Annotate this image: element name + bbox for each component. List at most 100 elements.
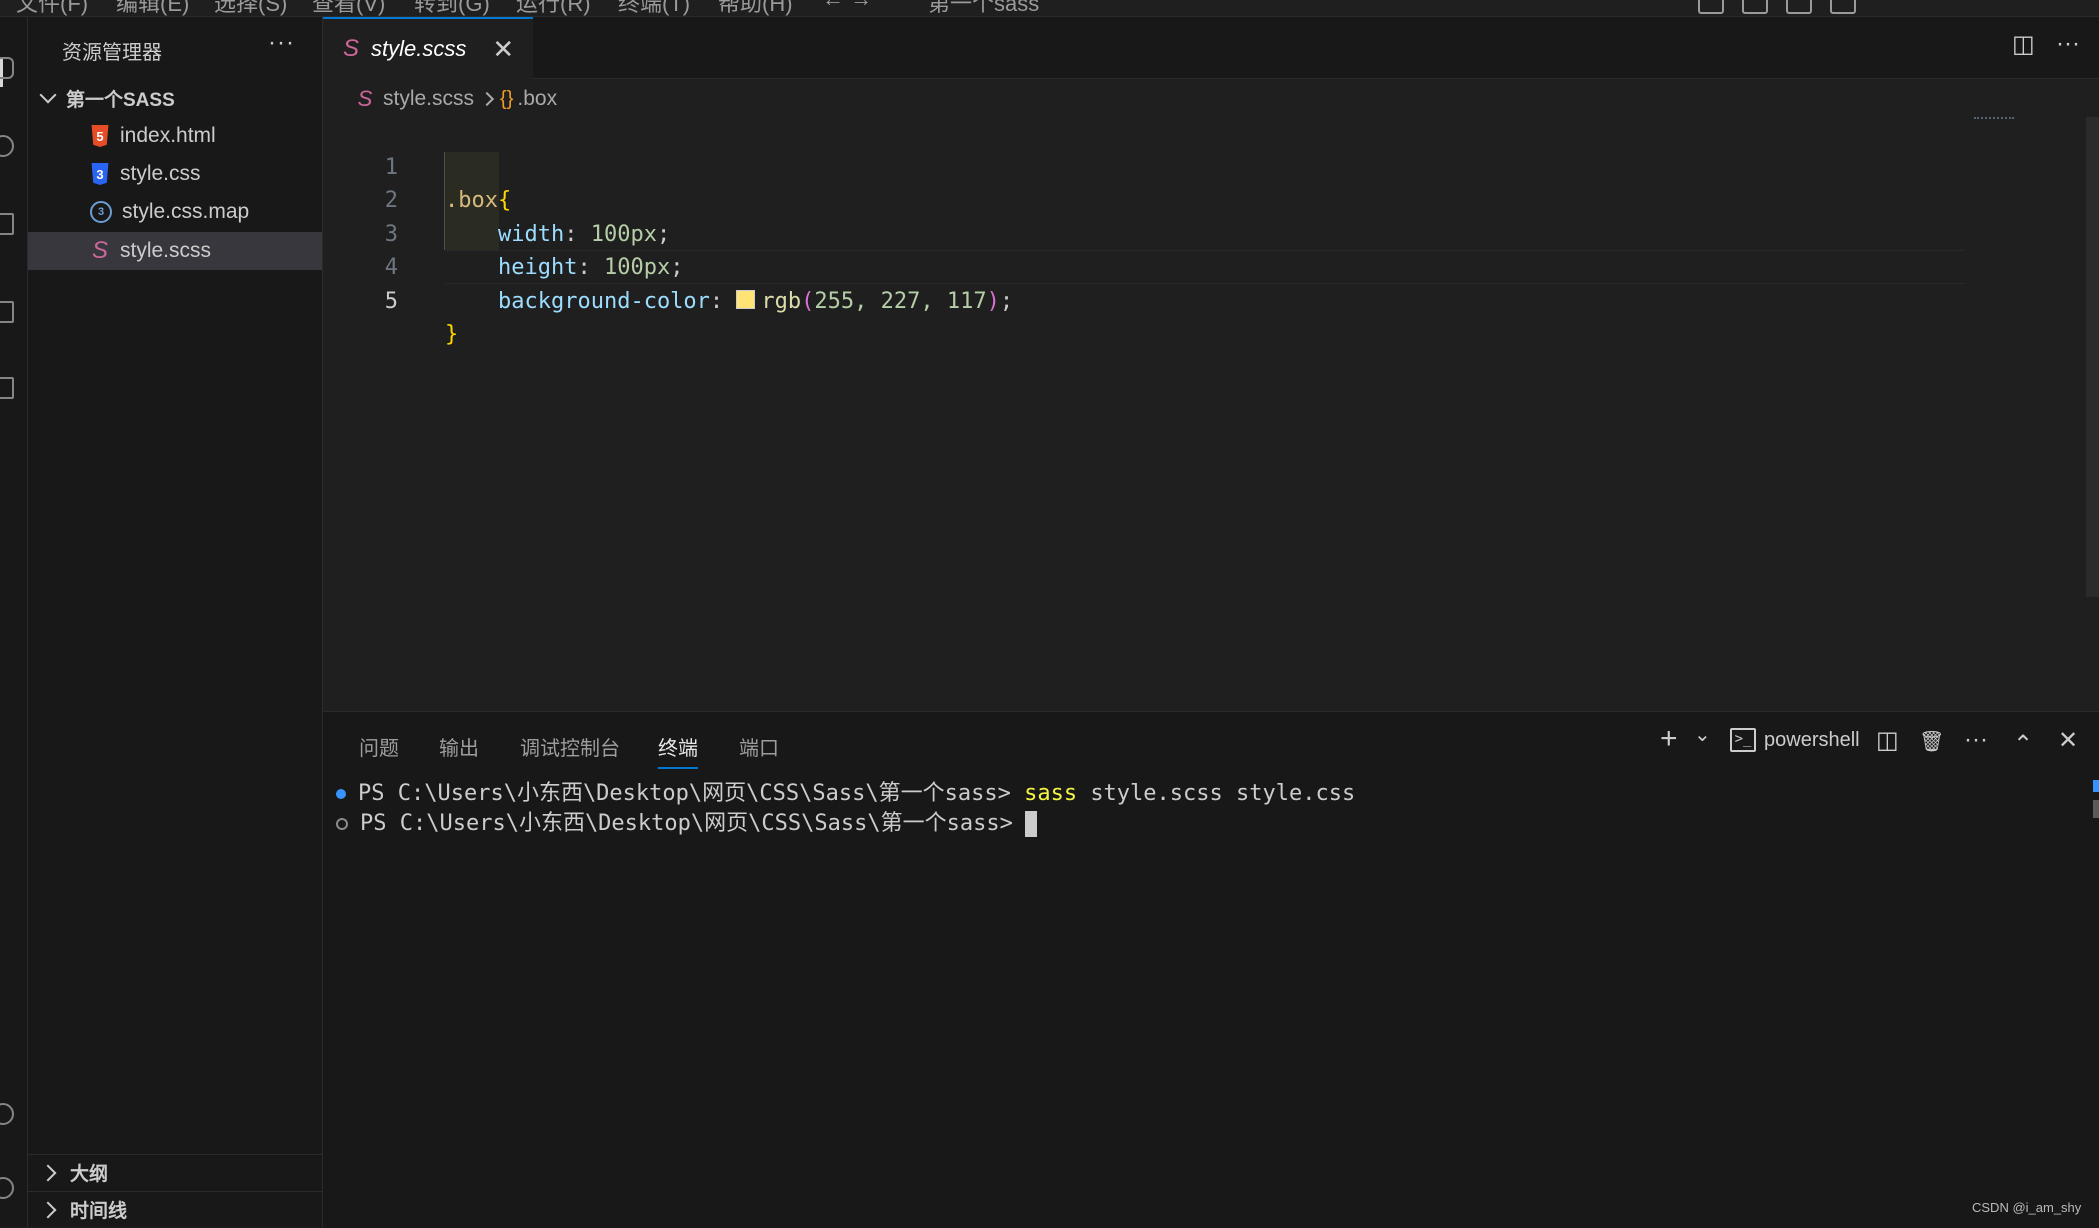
tab-label: style.scss (371, 36, 467, 61)
terminal-line: PS C:\Users\小东西\Desktop\网页\CSS\Sass\第一个s… (336, 779, 1355, 809)
sass-icon: S (342, 35, 359, 62)
panel-more-button[interactable]: ··· (1964, 726, 1988, 754)
watermark: CSDN @i_am_shy (1972, 1200, 2082, 1215)
file-item-style-css[interactable]: 3 style.css (28, 155, 322, 193)
code-editor[interactable]: 1 .box{ 2 width: 100px; 3 height: 100px;… (323, 117, 2023, 348)
terminal-profile[interactable]: >_ powershell (1730, 728, 1860, 752)
terminal-args: style.scss style.css (1090, 781, 1356, 806)
chevron-right-icon (479, 91, 495, 107)
explorer-sidebar: 资源管理器 ··· 第一个SASS 5 index.html 3 style.c… (28, 17, 323, 1227)
file-name: style.css.map (122, 200, 250, 223)
sass-icon: S (357, 86, 373, 111)
paren-token: ) (986, 288, 1000, 314)
breadcrumb: S style.scss {} .box (355, 84, 557, 114)
symbol-class-icon: {} (500, 87, 514, 110)
menu-run[interactable]: 运行(R) (516, 0, 591, 16)
html5-icon: 5 (91, 125, 109, 147)
command-idle-icon[interactable] (336, 818, 348, 830)
file-item-style-scss[interactable]: S style.scss (28, 232, 322, 270)
new-terminal-button[interactable]: + (1660, 722, 1678, 756)
gear-icon[interactable] (0, 1177, 14, 1199)
source-control-icon[interactable] (0, 213, 14, 235)
explorer-more-button[interactable]: ··· (268, 29, 295, 57)
activity-bar (0, 17, 28, 1227)
explorer-icon[interactable] (0, 57, 14, 79)
tab-terminal[interactable]: 终端 (658, 732, 698, 769)
terminal-line: PS C:\Users\小东西\Desktop\网页\CSS\Sass\第一个s… (336, 809, 1355, 839)
menu-go[interactable]: 转到(G) (414, 0, 490, 16)
nav-arrows[interactable]: ← → (822, 0, 872, 12)
tab-ports[interactable]: 端口 (739, 732, 779, 761)
customize-layout-icon[interactable] (1830, 0, 1856, 14)
search-icon[interactable] (0, 135, 14, 157)
terminal-cursor (1024, 811, 1037, 837)
command-success-icon[interactable] (336, 789, 346, 799)
terminal-scrollbar[interactable] (2093, 800, 2099, 818)
code-line: 4 background-color: rgb(255, 227, 117); (323, 218, 2023, 314)
section-label: 时间线 (70, 1201, 128, 1222)
trash-icon[interactable]: 🗑 (1919, 729, 1944, 754)
terminal-prompt: PS C:\Users\小东西\Desktop\网页\CSS\Sass\第一个s… (360, 811, 1013, 836)
menu-view[interactable]: 查看(V) (312, 0, 385, 16)
semicolon-token: ; (999, 288, 1014, 314)
tab-debug-console[interactable]: 调试控制台 (520, 732, 620, 761)
account-icon[interactable] (0, 1103, 14, 1125)
window-title: 第一个sass (928, 0, 1040, 16)
args-token: 255, 227, 117 (814, 288, 987, 314)
panel-toggle-icon[interactable] (1742, 0, 1768, 14)
run-debug-icon[interactable] (0, 301, 14, 323)
maximize-panel-icon[interactable]: ⌃ (2013, 730, 2033, 759)
folder-row[interactable]: 第一个SASS (28, 79, 322, 117)
close-icon[interactable]: ✕ (492, 34, 514, 65)
close-panel-icon[interactable]: ✕ (2058, 726, 2078, 755)
split-editor-icon[interactable]: ◫ (2012, 30, 2035, 59)
editor-scrollbar[interactable] (2086, 117, 2099, 597)
layout-toggle-icon[interactable] (1698, 0, 1724, 14)
chevron-down-icon[interactable]: ⌄ (1694, 722, 1711, 747)
terminal-command: sass (1024, 781, 1078, 806)
breadcrumb-symbol[interactable]: .box (517, 87, 557, 111)
file-name: style.css (120, 162, 201, 185)
menu-file[interactable]: 文件(F) (16, 0, 88, 16)
property-token: background-color (498, 288, 710, 314)
line-number: 5 (384, 288, 398, 314)
sidebar-toggle-icon[interactable] (1786, 0, 1812, 14)
file-name: style.scss (120, 239, 212, 262)
chevron-right-icon (39, 1201, 57, 1218)
timeline-section[interactable]: 时间线 (28, 1191, 322, 1227)
tab-output[interactable]: 输出 (439, 732, 479, 761)
chevron-right-icon (39, 1164, 57, 1181)
menu-terminal[interactable]: 终端(T) (618, 0, 690, 16)
function-token: rgb (761, 288, 802, 314)
css3-icon: 3 (91, 163, 109, 185)
terminal-icon: >_ (1730, 728, 1756, 752)
code-line: 5 } (323, 251, 2023, 348)
editor-more-button[interactable]: ··· (2056, 30, 2080, 58)
menu-bar: 文件(F) 编辑(E) 选择(S) 查看(V) 转到(G) 运行(R) 终端(T… (0, 0, 2099, 17)
terminal-output[interactable]: PS C:\Users\小东西\Desktop\网页\CSS\Sass\第一个s… (336, 779, 1355, 839)
file-item-index-html[interactable]: 5 index.html (28, 117, 322, 155)
menu-edit[interactable]: 编辑(E) (116, 0, 189, 16)
editor-tab-strip (323, 17, 2099, 79)
code-line: 3 height: 100px; (323, 184, 2023, 281)
code-line: 1 .box{ (323, 117, 2023, 214)
file-item-style-css-map[interactable]: 3 style.css.map (28, 193, 322, 231)
color-swatch[interactable] (736, 290, 756, 309)
chevron-down-icon (39, 86, 57, 104)
menu-help[interactable]: 帮助(H) (718, 0, 793, 16)
code-line: 2 width: 100px; (323, 151, 2023, 247)
breadcrumb-file[interactable]: style.scss (383, 87, 474, 111)
split-terminal-icon[interactable]: ◫ (1876, 726, 1899, 755)
colon-token: : (709, 288, 724, 314)
tab-style-scss[interactable]: S style.scss ✕ (323, 17, 533, 79)
folder-name: 第一个SASS (66, 89, 175, 111)
terminal-prompt: PS C:\Users\小东西\Desktop\网页\CSS\Sass\第一个s… (358, 781, 1011, 806)
explorer-title: 资源管理器 (62, 42, 162, 64)
paren-token: ( (801, 288, 815, 314)
menu-selection[interactable]: 选择(S) (214, 0, 287, 16)
extensions-icon[interactable] (0, 377, 14, 399)
terminal-profile-label: powershell (1764, 728, 1860, 751)
tab-problems[interactable]: 问题 (359, 732, 399, 761)
file-name: index.html (120, 124, 216, 147)
outline-section[interactable]: 大纲 (28, 1154, 322, 1190)
